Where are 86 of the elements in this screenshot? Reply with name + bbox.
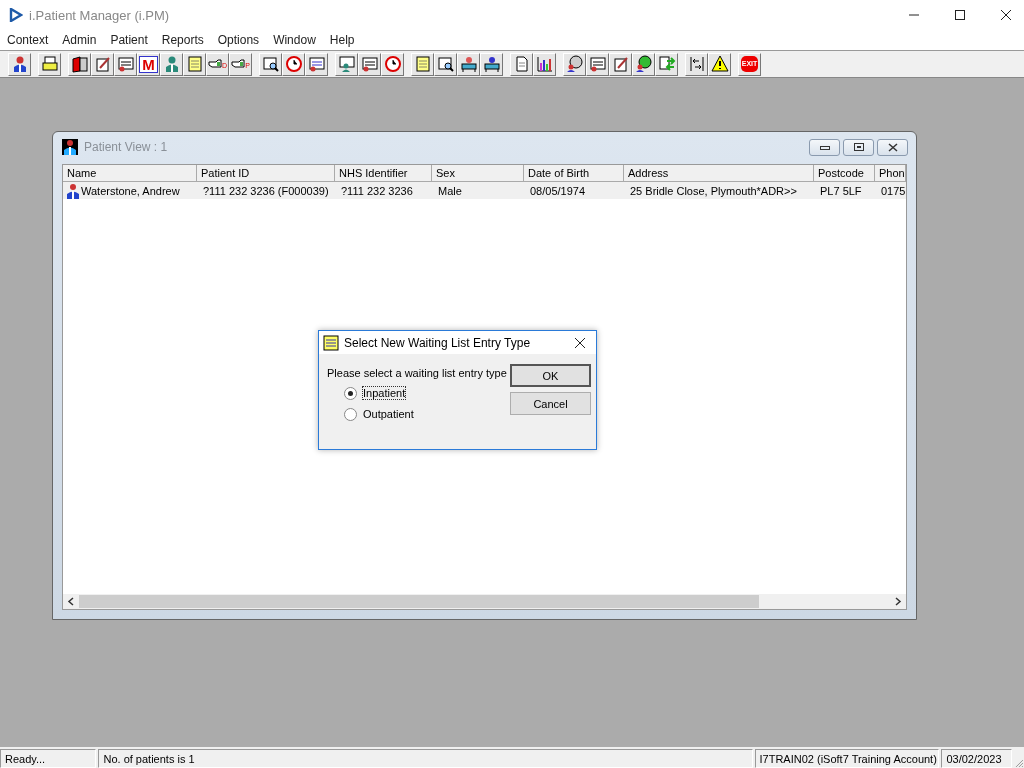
warning-icon xyxy=(710,55,729,73)
column-header[interactable]: Date of Birth xyxy=(524,165,624,182)
minimize-button[interactable] xyxy=(809,138,840,156)
maximize-icon[interactable] xyxy=(954,9,966,21)
menu-item[interactable]: Help xyxy=(329,33,355,47)
card-icon xyxy=(116,55,135,73)
person-disc-icon xyxy=(565,55,584,73)
prompt-text: Please select a waiting list entry type xyxy=(327,367,508,379)
close-button[interactable] xyxy=(877,138,908,156)
toolbar-button[interactable] xyxy=(91,52,114,76)
note-icon xyxy=(185,55,204,73)
menu-item[interactable]: Reports xyxy=(161,33,204,47)
toolbar-button[interactable] xyxy=(563,52,586,76)
table-cell: Male xyxy=(438,184,462,197)
toolbar-button[interactable] xyxy=(708,52,731,76)
menu-item[interactable]: Patient xyxy=(110,33,148,47)
radio-label[interactable]: Outpatient xyxy=(362,407,415,421)
book-icon xyxy=(70,55,89,73)
person-form-icon xyxy=(588,55,607,73)
dialog-title: Select New Waiting List Entry Type xyxy=(344,335,531,350)
scroll-thumb[interactable] xyxy=(79,595,759,608)
radio-button[interactable] xyxy=(344,386,357,400)
window-title: Patient View : 1 xyxy=(84,140,168,154)
horizontal-scrollbar[interactable] xyxy=(63,594,906,609)
table-cell: ?111 232 3236 (F000039) xyxy=(203,184,329,197)
bed-person-icon xyxy=(482,55,501,73)
toolbar-button[interactable] xyxy=(434,52,457,76)
column-header[interactable]: NHS Identifier xyxy=(335,165,432,182)
dialog-button[interactable]: Cancel xyxy=(510,392,591,415)
close-icon xyxy=(886,142,899,152)
clock-icon xyxy=(284,55,303,73)
table-cell: 08/05/1974 xyxy=(530,184,586,197)
bed-icon xyxy=(459,55,478,73)
column-header[interactable]: Phon xyxy=(875,165,906,182)
toolbar-button[interactable] xyxy=(632,52,655,76)
minimize-icon xyxy=(819,144,830,150)
table-cell: 25 Bridle Close, Plymouth*ADR>> xyxy=(630,184,797,197)
bar-chart-icon xyxy=(535,55,554,73)
close-icon[interactable] xyxy=(574,336,586,349)
toolbar-button[interactable] xyxy=(609,52,632,76)
menu-item[interactable]: Window xyxy=(273,33,316,47)
play-logo-icon xyxy=(9,8,23,22)
notepad-icon xyxy=(323,334,339,351)
person-globe-icon xyxy=(634,55,653,73)
column-header[interactable]: Sex xyxy=(432,165,524,182)
status-text: No. of patients is 1 xyxy=(98,749,753,768)
column-header[interactable]: Address xyxy=(624,165,814,182)
menu-item[interactable]: Context xyxy=(7,33,49,47)
column-header[interactable]: Postcode xyxy=(814,165,875,182)
status-text: 03/02/2023 xyxy=(941,749,1013,768)
dialog-button[interactable]: OK xyxy=(510,364,591,387)
notepad-pen-icon xyxy=(93,55,112,73)
toolbar-button[interactable] xyxy=(259,52,282,76)
status-text: I7TRAIN02 (iSoft7 Training Account) xyxy=(754,749,940,768)
table-cell: 0175 xyxy=(881,184,906,197)
menu-item[interactable]: Options xyxy=(217,33,260,47)
magnifier-icon xyxy=(261,55,280,73)
radio-label[interactable]: Inpatient xyxy=(362,386,407,400)
restore-icon xyxy=(853,143,864,151)
toolbar-button[interactable] xyxy=(533,52,556,76)
toolbar-button[interactable] xyxy=(480,52,503,76)
toolbar-button[interactable] xyxy=(68,52,91,76)
close-icon[interactable] xyxy=(1000,9,1012,21)
table-cell: ?111 232 3236 xyxy=(341,184,413,197)
column-header[interactable]: Name xyxy=(63,165,197,182)
arrows-icon xyxy=(687,55,706,73)
radio-button[interactable] xyxy=(344,407,357,421)
person-form-icon xyxy=(360,55,379,73)
patient-row[interactable]: Waterstone, Andrew ?111 232 3236 (F000039) ?111 232 3236 Male 08/05/1974 25 Bridle Close, Plymouth*ADR>> PL7 5LF 0175 xyxy=(63,182,906,199)
printer-icon xyxy=(40,55,59,73)
status-text: Ready... xyxy=(0,749,97,768)
resize-grip-icon[interactable] xyxy=(1014,758,1024,768)
sticky-note-icon xyxy=(413,55,432,73)
table-cell: PL7 5LF xyxy=(820,184,862,197)
monitor-person-icon xyxy=(337,55,356,73)
person-icon xyxy=(65,182,81,199)
toolbar-button[interactable] xyxy=(457,52,480,76)
search-icon xyxy=(436,55,455,73)
window-title: i.Patient Manager (i.PM) xyxy=(29,7,170,23)
person-icon xyxy=(62,139,78,155)
column-header[interactable]: Patient ID xyxy=(197,165,335,182)
menu-item[interactable]: Admin xyxy=(62,33,97,47)
list-icon xyxy=(307,55,326,73)
toolbar-button[interactable] xyxy=(8,52,31,76)
restore-button[interactable] xyxy=(843,138,874,156)
table-cell: Waterstone, Andrew xyxy=(81,184,180,197)
